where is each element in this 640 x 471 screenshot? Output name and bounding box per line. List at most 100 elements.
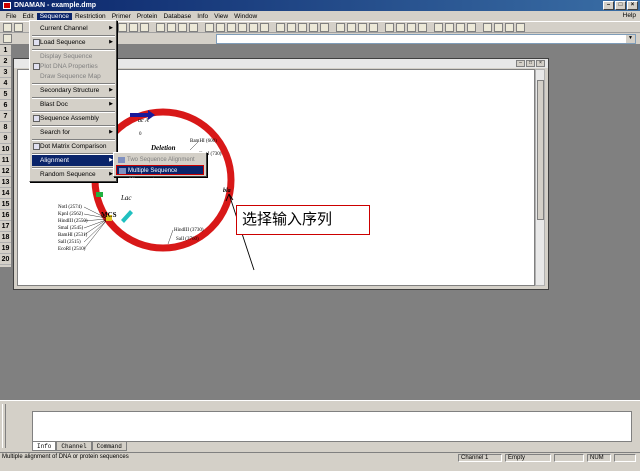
menu-item-two-sequence-alignment[interactable]: Two Sequence Alignment xyxy=(116,155,204,165)
menu-item-random-sequence[interactable]: Random Sequence ▶ xyxy=(32,169,115,180)
menu-edit[interactable]: Edit xyxy=(19,13,36,20)
tab-channel[interactable]: Channel xyxy=(56,442,92,451)
menu-item-multiple-sequence-alignment[interactable]: Multiple Sequence Alignment xyxy=(116,165,204,184)
channel-item[interactable]: 19 xyxy=(0,243,11,254)
channel-item[interactable]: 6 xyxy=(0,100,11,111)
tool-icon[interactable] xyxy=(445,23,454,32)
menu-database[interactable]: Database xyxy=(160,13,194,20)
zoom-in-icon[interactable] xyxy=(118,23,127,32)
channel-item[interactable]: 11 xyxy=(0,155,11,166)
info-output[interactable] xyxy=(32,411,632,442)
alignment-submenu: Two Sequence Alignment Multiple Sequence… xyxy=(113,152,207,184)
vertical-scrollbar[interactable] xyxy=(535,69,545,286)
tool-icon[interactable] xyxy=(216,23,225,32)
tool-icon[interactable] xyxy=(516,23,525,32)
channel-item[interactable]: 5 xyxy=(0,89,11,100)
tool-icon[interactable] xyxy=(205,23,214,32)
tool-icon[interactable] xyxy=(320,23,329,32)
tool-icon[interactable] xyxy=(483,23,492,32)
channel-item[interactable]: 4 xyxy=(0,78,11,89)
tool-icon[interactable] xyxy=(347,23,356,32)
menu-sequence[interactable]: Sequence xyxy=(36,12,72,20)
channel-item[interactable]: 16 xyxy=(0,210,11,221)
chevron-down-icon[interactable]: ▼ xyxy=(626,35,635,43)
tool-icon[interactable] xyxy=(249,23,258,32)
new-file-icon[interactable] xyxy=(3,23,12,32)
minimize-button[interactable]: – xyxy=(603,1,614,10)
tool-icon[interactable] xyxy=(238,23,247,32)
menu-primer[interactable]: Primer xyxy=(109,13,134,20)
channel-item[interactable]: 10 xyxy=(0,144,11,155)
tool-icon[interactable] xyxy=(369,23,378,32)
channel-item[interactable]: 2 xyxy=(0,56,11,67)
menu-file[interactable]: File xyxy=(3,13,19,20)
tool-icon[interactable] xyxy=(309,23,318,32)
tool-icon[interactable] xyxy=(178,23,187,32)
tool-icon[interactable] xyxy=(396,23,405,32)
maximize-button[interactable]: □ xyxy=(615,1,626,10)
panel-grip[interactable] xyxy=(2,404,6,448)
tool-icon[interactable] xyxy=(407,23,416,32)
tool-icon[interactable] xyxy=(336,23,345,32)
menu-item-dot-matrix[interactable]: Dot Matrix Comparison xyxy=(32,141,115,152)
tool-icon[interactable] xyxy=(385,23,394,32)
channel-item[interactable]: 17 xyxy=(0,221,11,232)
channel-item[interactable]: 14 xyxy=(0,188,11,199)
channel-item[interactable]: 8 xyxy=(0,122,11,133)
menu-item-search-for[interactable]: Search for ▶ xyxy=(32,127,115,138)
channel-item[interactable]: 9 xyxy=(0,133,11,144)
tool-icon[interactable] xyxy=(276,23,285,32)
tool-icon[interactable] xyxy=(287,23,296,32)
tool-icon[interactable] xyxy=(456,23,465,32)
tab-command[interactable]: Command xyxy=(91,442,127,451)
menu-item-blast-doc[interactable]: Blast Doc ▶ xyxy=(32,99,115,110)
zoom-out-icon[interactable] xyxy=(129,23,138,32)
menu-item-draw-map[interactable]: Draw Sequence Map xyxy=(32,71,115,82)
scrollbar-thumb[interactable] xyxy=(537,80,544,220)
menu-help[interactable]: Help xyxy=(623,12,636,19)
chevron-right-icon: ▶ xyxy=(109,39,113,45)
tool-icon[interactable] xyxy=(298,23,307,32)
channel-item[interactable]: 3 xyxy=(0,67,11,78)
channel-item[interactable]: 18 xyxy=(0,232,11,243)
menu-item-alignment[interactable]: Alignment ▶ xyxy=(32,155,115,166)
status-message: Multiple alignment of DNA or protein seq… xyxy=(2,454,129,460)
menu-view[interactable]: View xyxy=(211,13,231,20)
close-button[interactable]: × xyxy=(536,60,545,67)
tool-icon[interactable] xyxy=(467,23,476,32)
menu-item-load-sequence[interactable]: Load Sequence ▶ xyxy=(32,37,115,48)
channel-item[interactable]: 20 xyxy=(0,254,11,265)
tool-icon[interactable] xyxy=(434,23,443,32)
close-button[interactable]: × xyxy=(627,1,638,10)
channel-item[interactable]: 15 xyxy=(0,199,11,210)
channel-item[interactable]: 7 xyxy=(0,111,11,122)
sequence-selector[interactable]: ▼ xyxy=(216,34,636,44)
tool-icon[interactable] xyxy=(156,23,165,32)
tool-icon[interactable] xyxy=(358,23,367,32)
channel-item[interactable]: 12 xyxy=(0,166,11,177)
tab-info[interactable]: Info xyxy=(32,442,57,451)
tool-icon[interactable] xyxy=(167,23,176,32)
channel-item[interactable]: 13 xyxy=(0,177,11,188)
channel-item[interactable]: 1 xyxy=(0,45,11,56)
tool-icon[interactable] xyxy=(505,23,514,32)
menu-restriction[interactable]: Restriction xyxy=(72,13,109,20)
restore-button[interactable]: □ xyxy=(526,60,535,67)
actual-size-icon[interactable] xyxy=(140,23,149,32)
minimize-button[interactable]: – xyxy=(516,60,525,67)
tool-icon[interactable] xyxy=(418,23,427,32)
tool-icon[interactable] xyxy=(227,23,236,32)
menu-item-label: Search for xyxy=(40,129,70,136)
tool-icon[interactable] xyxy=(189,23,198,32)
sequence-menu: Current Channel ▶ Load Sequence ▶ Display … xyxy=(29,20,117,182)
menu-window[interactable]: Window xyxy=(231,13,260,20)
tool-icon[interactable] xyxy=(260,23,269,32)
open-file-icon[interactable] xyxy=(14,23,23,32)
tool-icon[interactable] xyxy=(494,23,503,32)
menu-item-secondary-structure[interactable]: Secondary Structure ▶ xyxy=(32,85,115,96)
menu-info[interactable]: Info xyxy=(194,13,211,20)
menu-item-current-channel[interactable]: Current Channel ▶ xyxy=(32,23,115,34)
menu-protein[interactable]: Protein xyxy=(134,13,161,20)
menu-item-sequence-assembly[interactable]: Sequence Assembly xyxy=(32,113,115,124)
cursor-icon[interactable] xyxy=(3,34,12,43)
